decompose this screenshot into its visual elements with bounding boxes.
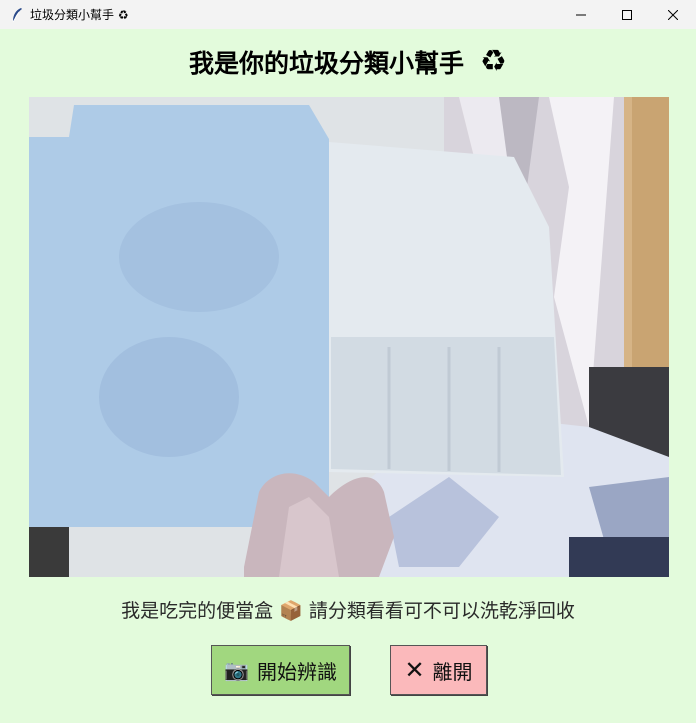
maximize-button[interactable] [604,0,650,29]
start-recognition-button[interactable]: 📷 開始辨識 [211,645,350,695]
close-icon [668,9,678,20]
exit-button[interactable]: ✕ 離開 [390,645,487,695]
title-bar: 垃圾分類小幫手 ♻ [0,0,696,29]
exit-label: 離開 [432,659,473,684]
page-title: 我是你的垃圾分類小幫手 ♻ [0,44,696,80]
result-caption: 我是吃完的便當盒 📦 請分類看看可不可以洗乾淨回收 [121,600,575,622]
page-title-text: 我是你的垃圾分類小幫手 [189,49,465,78]
camera-preview [29,97,669,577]
window-title: 垃圾分類小幫手 ♻ [30,8,129,22]
maximize-icon [622,9,632,20]
minimize-icon [576,14,586,15]
start-recognition-label: 開始辨識 [256,659,337,684]
camera-frame-image [29,97,669,577]
feather-icon [8,6,26,24]
minimize-button[interactable] [558,0,604,29]
camera-icon: 📷 [224,658,249,682]
close-window-button[interactable] [650,0,696,29]
close-icon: ✕ [404,656,425,684]
recycle-icon: ♻ [480,44,507,79]
